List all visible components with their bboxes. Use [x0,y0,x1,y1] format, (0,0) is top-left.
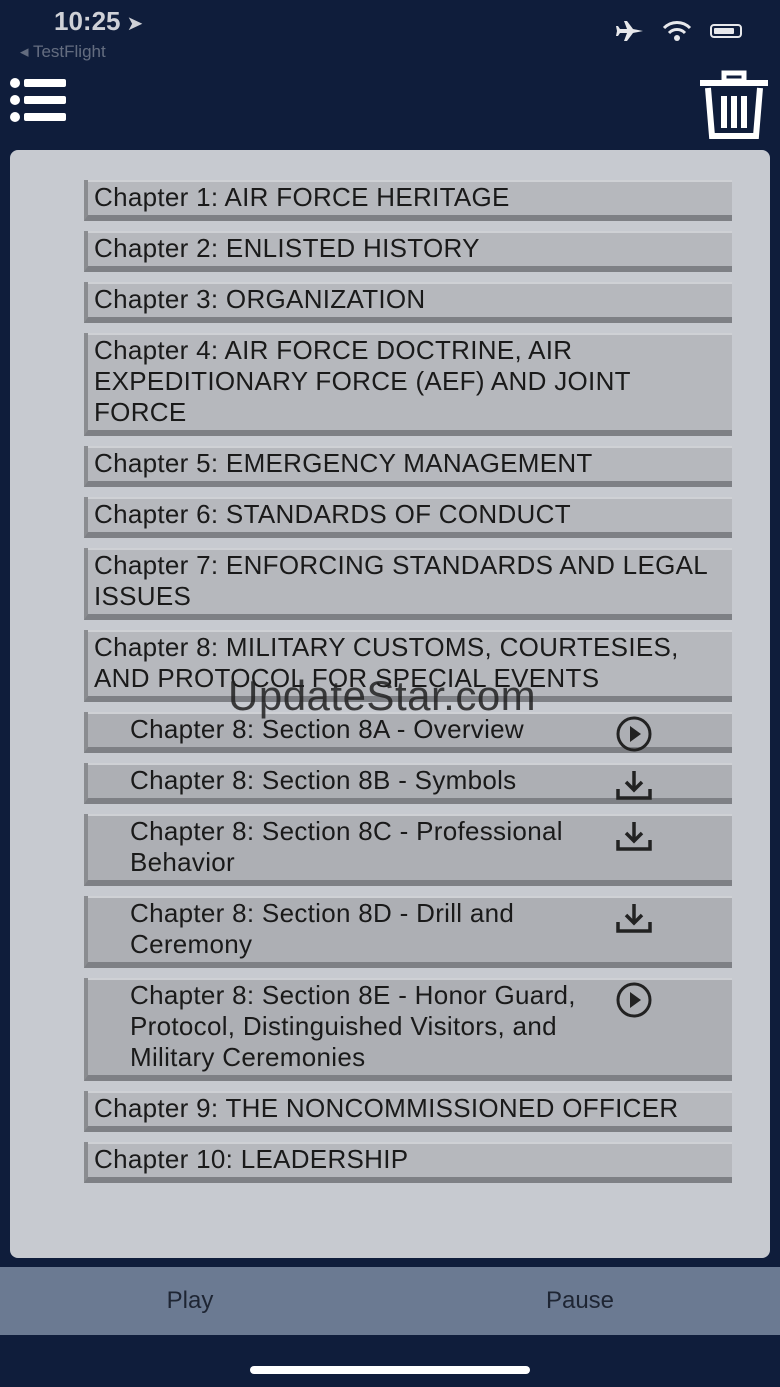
watermark: UpdateStar.com [228,672,537,719]
status-time: 10:25 ➤ [54,6,144,36]
chapter-item-9[interactable]: Chapter 9: THE NONCOMMISSIONED OFFICER [84,1091,732,1132]
list-icon [10,78,66,122]
airplane-icon [616,21,643,41]
playback-bar: Play Pause [0,1267,780,1335]
section-item-8c[interactable]: Chapter 8: Section 8C - Professional Beh… [84,814,732,886]
wifi-icon [662,21,692,41]
status-icons [616,20,742,42]
chapter-item-2[interactable]: Chapter 2: ENLISTED HISTORY [84,231,732,272]
menu-button[interactable] [8,76,70,126]
play-icon[interactable] [614,982,654,1018]
home-indicator[interactable] [250,1366,530,1374]
play-button[interactable]: Play [0,1267,380,1335]
status-bar: 10:25 ➤ ◂ TestFlight [0,0,780,70]
delete-button[interactable] [696,70,772,142]
chapter-item-7[interactable]: Chapter 7: ENFORCING STANDARDS AND LEGAL… [84,548,732,620]
location-arrow-icon: ➤ [126,13,144,35]
chapter-item-5[interactable]: Chapter 5: EMERGENCY MANAGEMENT [84,446,732,487]
chapter-item-1[interactable]: Chapter 1: AIR FORCE HERITAGE [84,180,732,221]
pause-button[interactable]: Pause [390,1267,770,1335]
play-icon[interactable] [614,716,654,752]
section-item-8d[interactable]: Chapter 8: Section 8D - Drill and Ceremo… [84,896,732,968]
battery-icon [710,24,742,38]
download-icon[interactable] [614,818,654,854]
download-icon[interactable] [614,767,654,803]
trash-icon [700,70,768,139]
section-item-8e[interactable]: Chapter 8: Section 8E - Honor Guard, Pro… [84,978,732,1081]
download-icon[interactable] [614,900,654,936]
chapter-item-4[interactable]: Chapter 4: AIR FORCE DOCTRINE, AIR EXPED… [84,333,732,436]
chapter-item-6[interactable]: Chapter 6: STANDARDS OF CONDUCT [84,497,732,538]
section-item-8b[interactable]: Chapter 8: Section 8B - Symbols [84,763,732,804]
chapter-item-10[interactable]: Chapter 10: LEADERSHIP [84,1142,732,1183]
chapter-item-3[interactable]: Chapter 3: ORGANIZATION [84,282,732,323]
back-to-app-link[interactable]: ◂ TestFlight [20,42,106,62]
